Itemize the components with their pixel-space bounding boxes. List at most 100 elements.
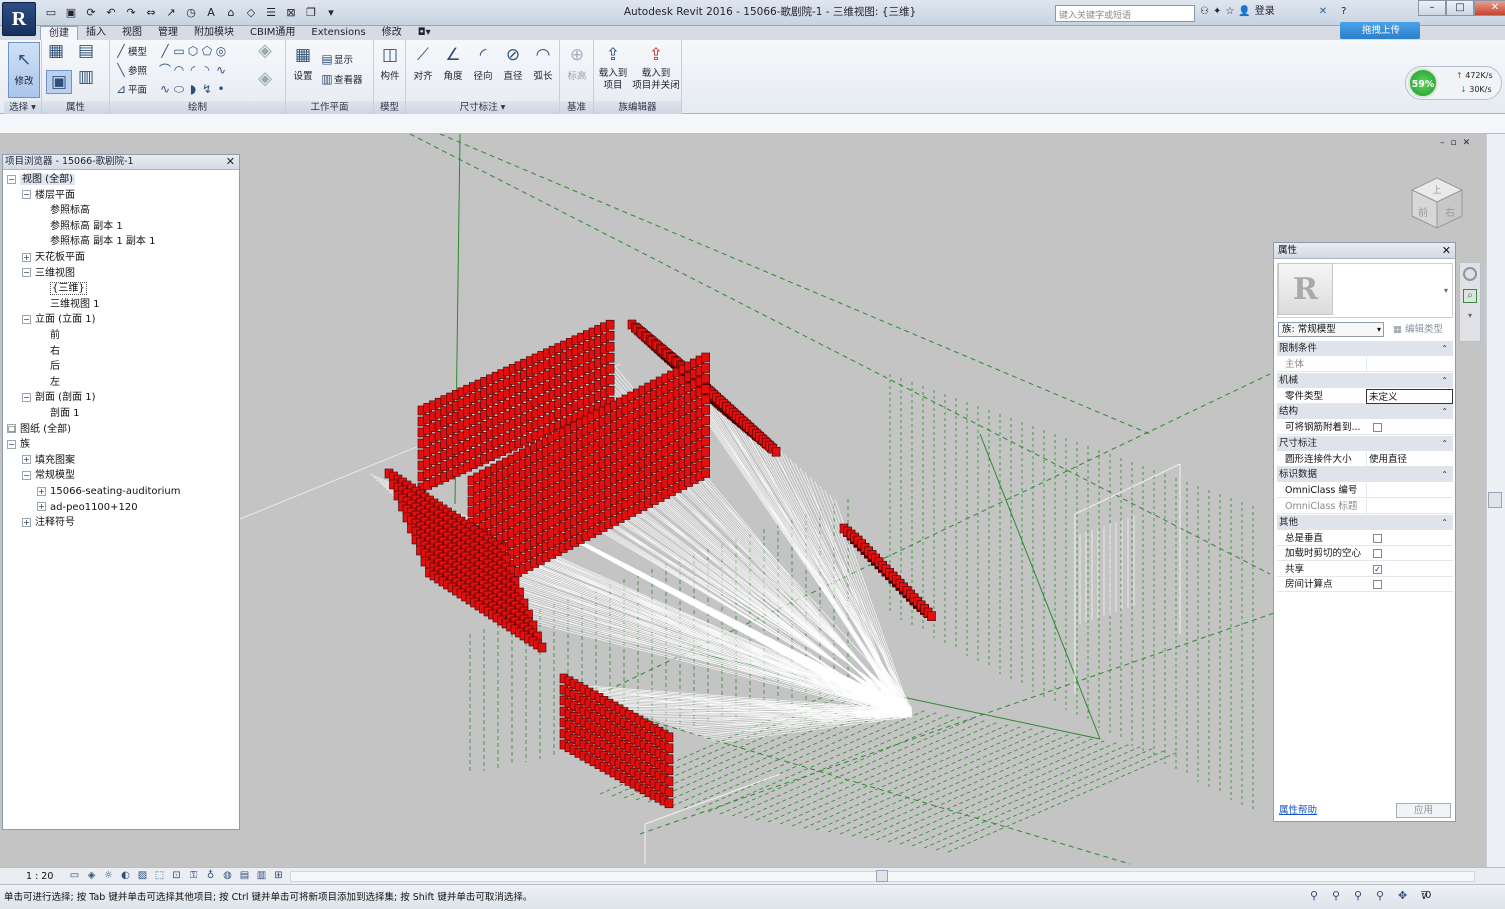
ref-plane-button[interactable]: ⊿ 平面 — [114, 82, 147, 96]
expand-toggle-icon[interactable]: − — [22, 268, 31, 278]
upload-button[interactable]: 拖拽上传 — [1340, 22, 1420, 39]
seat[interactable] — [605, 374, 615, 385]
expand-toggle-icon[interactable]: + — [37, 502, 46, 512]
browser-item[interactable]: 前 — [37, 328, 60, 343]
property-checkbox[interactable] — [1373, 533, 1382, 543]
property-value[interactable]: 使用直径 — [1366, 451, 1453, 467]
seat[interactable] — [701, 426, 711, 436]
tag-icon[interactable]: ◷ — [182, 4, 200, 22]
lock-view-icon[interactable]: ⚿ — [187, 869, 200, 883]
type-selector-arrow-icon[interactable]: ▾ — [1444, 286, 1448, 295]
level-button[interactable]: ⊕ 标高 — [562, 44, 592, 82]
collapse-icon[interactable]: ⌃ — [1441, 373, 1448, 388]
properties-close-icon[interactable]: ✕ — [1442, 243, 1451, 258]
browser-item[interactable]: 参照标高 副本 1 — [37, 219, 123, 234]
tab-addins[interactable]: 附加模块 — [186, 26, 242, 40]
expand-toggle-icon[interactable]: − — [7, 439, 16, 449]
seat[interactable] — [771, 446, 781, 457]
drag-on-selection-icon[interactable]: ✥ — [1398, 888, 1412, 904]
seat[interactable] — [664, 798, 674, 809]
viewcube[interactable]: 上 前 右 — [1408, 174, 1466, 232]
section-icon[interactable]: ◇ — [242, 4, 260, 22]
seat[interactable] — [664, 787, 674, 798]
aligned-dim-button[interactable]: ⟋ 对齐 — [408, 44, 438, 82]
arc-length-button[interactable]: ◠ 弧长 — [528, 44, 558, 82]
tab-cbim[interactable]: CBIM通用 — [242, 26, 303, 40]
seat[interactable] — [701, 405, 711, 415]
collapse-icon[interactable]: ⌃ — [1441, 404, 1448, 419]
seat[interactable] — [701, 363, 711, 373]
set-workplane-button[interactable]: ▦ 设置 — [288, 44, 318, 82]
select-by-face-icon[interactable]: ⚲ — [1376, 888, 1390, 904]
browser-item[interactable]: 三维视图 1 — [37, 297, 100, 312]
tab-view[interactable]: 视图 — [114, 26, 150, 40]
view-scale[interactable]: 1 : 20 — [26, 869, 53, 884]
expand-toggle-icon[interactable]: + — [22, 252, 31, 262]
crop-region-icon[interactable]: ⊡ — [170, 869, 183, 883]
visual-style-icon[interactable]: ◈ — [85, 869, 98, 883]
undo-icon[interactable]: ↶ — [102, 4, 120, 22]
zoom-icon[interactable]: ⌕ — [1463, 289, 1477, 303]
property-value[interactable]: 未定义 — [1366, 388, 1453, 404]
help-icon[interactable]: ? — [1341, 4, 1346, 20]
model-line-button[interactable]: ╱ 模型 — [114, 44, 147, 58]
minimize-button[interactable]: – — [1418, 0, 1446, 16]
seat[interactable] — [664, 732, 674, 743]
seat[interactable] — [701, 415, 711, 426]
browser-item[interactable]: 参照标高 — [37, 203, 90, 218]
subscription-icon[interactable]: ✦ — [1213, 4, 1221, 20]
select-pinned-icon[interactable]: ⚲ — [1354, 888, 1368, 904]
collapse-icon[interactable]: ⌃ — [1441, 341, 1448, 356]
family-filter-dropdown[interactable]: 族: 常规模型 ▾ — [1278, 322, 1384, 337]
expand-toggle-icon[interactable]: − — [22, 314, 31, 324]
browser-item[interactable]: 左 — [37, 375, 60, 390]
browser-item[interactable]: 后 — [37, 359, 60, 374]
analytical-icon[interactable]: ▥ — [255, 869, 268, 883]
radial-dim-button[interactable]: ◜ 径向 — [468, 44, 498, 82]
browser-item[interactable]: − 剖面 (剖面 1) — [22, 390, 96, 405]
close-windows-icon[interactable]: ⊠ — [282, 4, 300, 22]
detail-level-icon[interactable]: ▭ — [68, 869, 81, 883]
load-and-close-button[interactable]: ⇪ 载入到 项目并关闭 — [630, 44, 682, 92]
hide-isolate-icon[interactable]: ♁ — [204, 869, 217, 883]
seat[interactable] — [701, 384, 711, 394]
sun-path-icon[interactable]: ☼ — [102, 869, 115, 883]
seat[interactable] — [605, 341, 615, 352]
tab-modify[interactable]: 修改 — [374, 26, 410, 40]
save-icon[interactable]: ▣ — [62, 4, 80, 22]
dimension-icon[interactable]: ↗ — [162, 4, 180, 22]
open-icon[interactable]: ▭ — [42, 4, 60, 22]
tab-extensions[interactable]: Extensions — [303, 26, 373, 40]
exchange-icon[interactable]: ✕ — [1319, 4, 1327, 20]
draw-tools-row1[interactable]: ╱ ▭ ⬡ ⬠ ◎ — [158, 44, 228, 58]
sync-icon[interactable]: ⟳ — [82, 4, 100, 22]
expand-toggle-icon[interactable]: + — [22, 517, 31, 527]
seat[interactable] — [664, 743, 674, 754]
tab-insert[interactable]: 插入 — [78, 26, 114, 40]
show-workplane-button[interactable]: ▤显示 — [320, 52, 353, 66]
browser-item[interactable]: +15066-seating-auditorium — [37, 484, 181, 499]
pick-faces-icon[interactable]: ◈ — [258, 70, 272, 88]
navbar-dropdown-icon[interactable]: ▾ — [1460, 311, 1480, 320]
property-checkbox[interactable]: ✓ — [1373, 564, 1382, 574]
ref-line-button[interactable]: ╲ 参照 — [114, 63, 147, 77]
collapse-icon[interactable]: ⌃ — [1441, 436, 1448, 451]
property-checkbox[interactable] — [1373, 423, 1382, 433]
component-button[interactable]: ◫ 构件 — [376, 44, 404, 82]
select-panel-label[interactable]: 选择 ▾ — [4, 101, 41, 114]
collapse-icon[interactable]: ⌃ — [1441, 515, 1448, 530]
seat[interactable] — [701, 373, 711, 384]
modify-button[interactable]: ↖ 修改 — [8, 42, 40, 98]
network-speed-widget[interactable]: 59% ↑ 472K/s ↓ 30K/s — [1405, 66, 1502, 100]
temporary-view-icon[interactable]: ▤ — [238, 869, 251, 883]
steering-wheel-icon[interactable] — [1463, 267, 1477, 281]
select-links-icon[interactable]: ⚲ — [1310, 888, 1324, 904]
customize-icon[interactable]: ▾ — [322, 4, 340, 22]
seat[interactable] — [701, 352, 711, 363]
properties-help-link[interactable]: 属性帮助 — [1279, 802, 1317, 816]
browser-item[interactable]: − 视图 (全部) — [7, 172, 75, 187]
seat[interactable] — [605, 385, 615, 396]
properties-toggle-icon[interactable]: ▣ — [46, 70, 72, 94]
draw-tools-row3[interactable]: ∿ ⬭ ◗ ↯ • — [158, 82, 228, 96]
property-category[interactable]: 限制条件 ⌃ — [1277, 341, 1453, 356]
